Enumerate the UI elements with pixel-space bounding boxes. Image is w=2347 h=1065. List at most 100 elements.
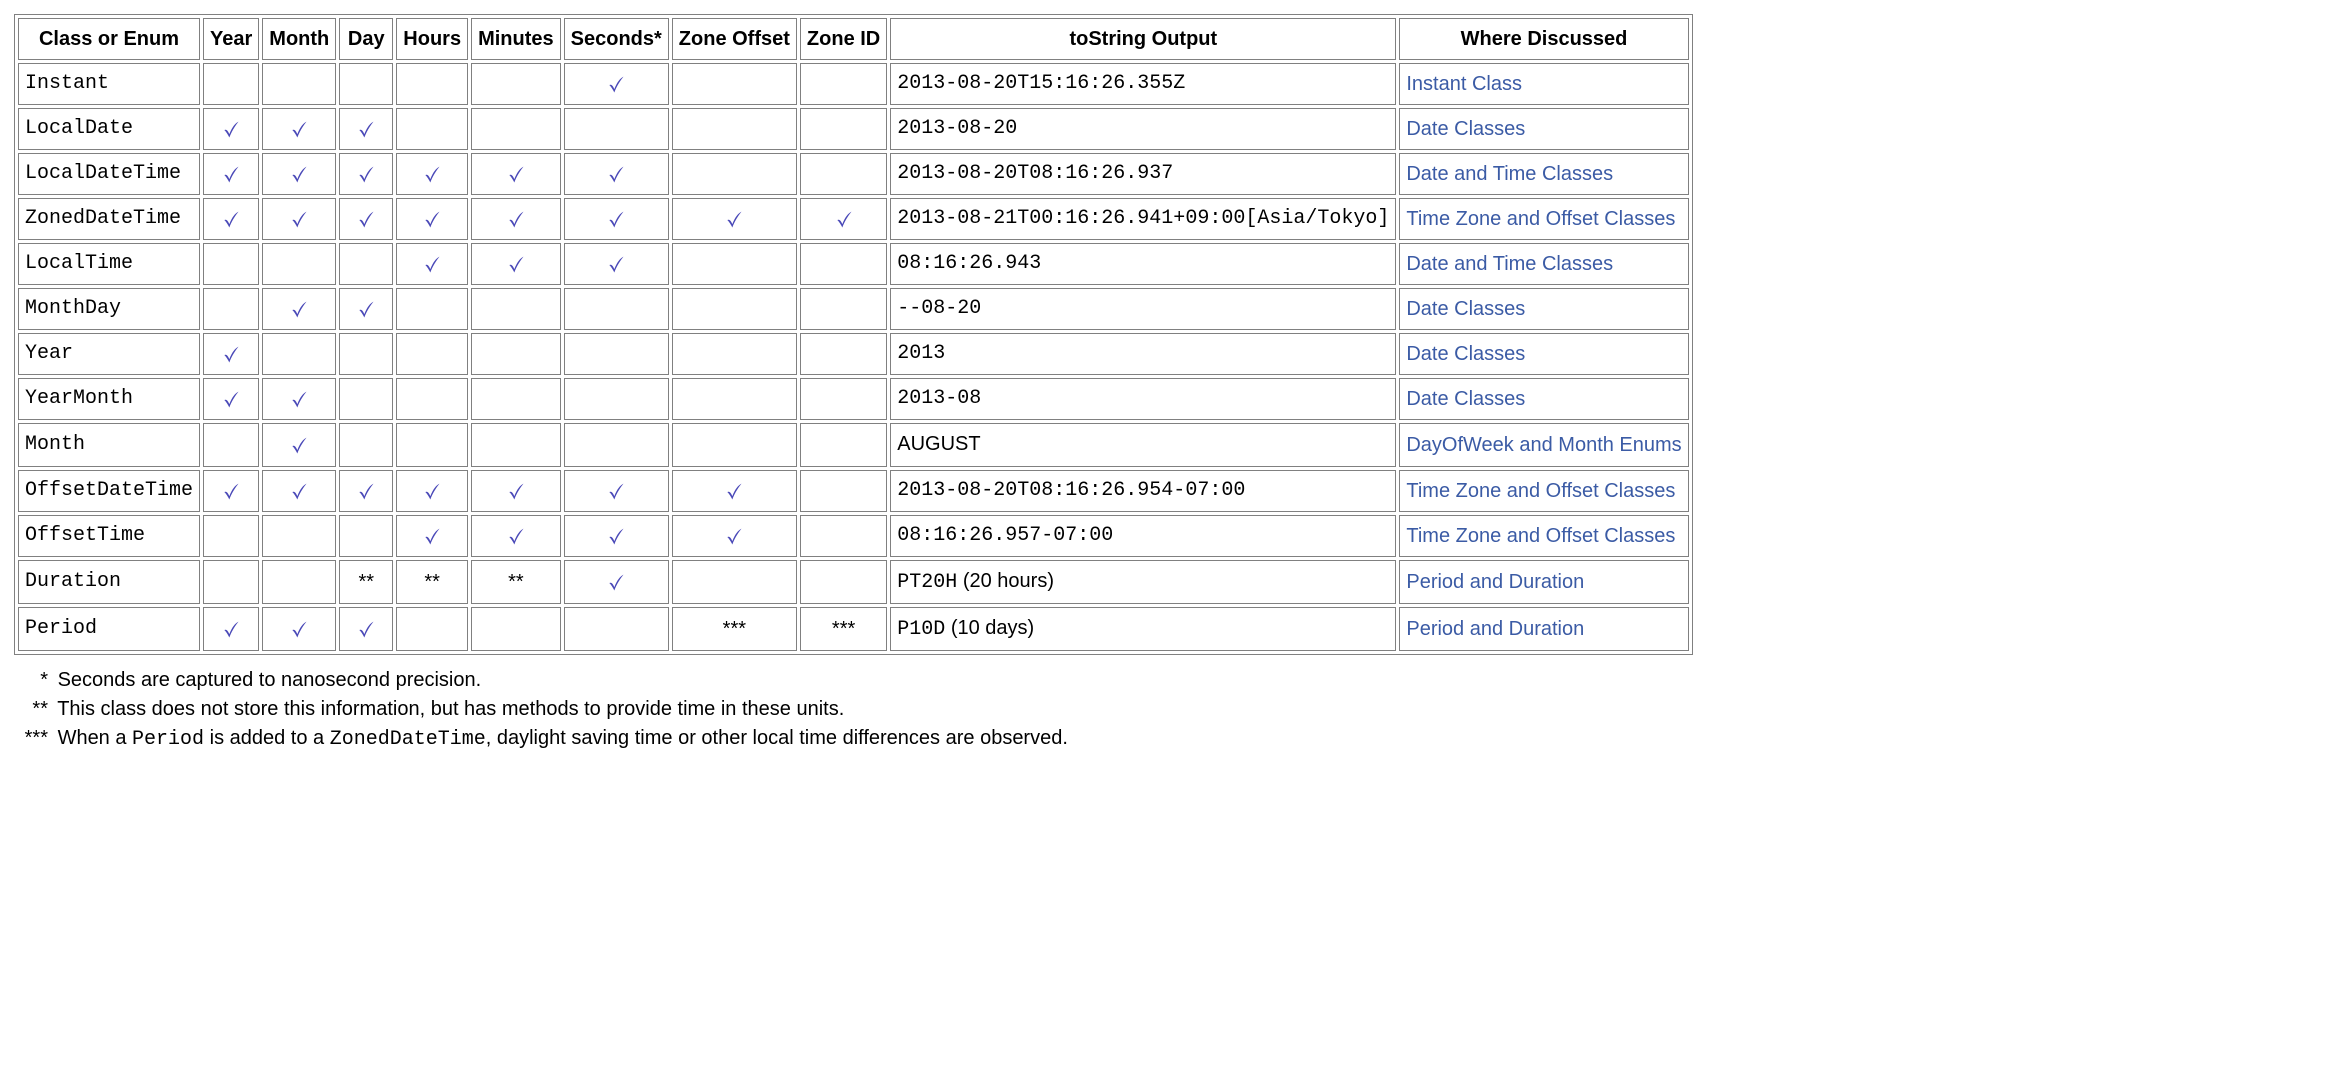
mark-cell (471, 515, 561, 557)
mark-cell (396, 607, 468, 651)
class-name-cell: MonthDay (18, 288, 200, 330)
discussed-link-cell: Period and Duration (1399, 560, 1688, 604)
table-row: LocalDateTime2013-08-20T08:16:26.937Date… (18, 153, 1689, 195)
mark-cell (800, 378, 887, 420)
mark-cell (800, 198, 887, 240)
discussed-link[interactable]: Date Classes (1406, 388, 1525, 410)
column-header: Zone Offset (672, 18, 797, 60)
table-row: LocalDate2013-08-20Date Classes (18, 108, 1689, 150)
mark-cell (672, 288, 797, 330)
mark-cell (396, 515, 468, 557)
mark-cell (262, 288, 336, 330)
mark-cell (800, 243, 887, 285)
mark-cell (396, 198, 468, 240)
mark-cell (800, 470, 887, 512)
mark-cell (471, 198, 561, 240)
discussed-link[interactable]: Time Zone and Offset Classes (1406, 208, 1675, 230)
check-icon (422, 248, 442, 280)
check-icon (422, 158, 442, 190)
discussed-link-cell: Date and Time Classes (1399, 153, 1688, 195)
mark-cell (396, 470, 468, 512)
mark-cell (800, 63, 887, 105)
mark-cell (471, 288, 561, 330)
discussed-link[interactable]: Period and Duration (1406, 618, 1584, 640)
check-icon (422, 203, 442, 235)
mark-cell (262, 423, 336, 467)
check-icon (506, 248, 526, 280)
class-name-cell: OffsetDateTime (18, 470, 200, 512)
discussed-link[interactable]: DayOfWeek and Month Enums (1406, 434, 1681, 456)
tostring-output-cell: AUGUST (890, 423, 1396, 467)
column-header: toString Output (890, 18, 1396, 60)
mark-cell (203, 607, 259, 651)
mark-cell (396, 63, 468, 105)
discussed-link[interactable]: Date and Time Classes (1406, 163, 1613, 185)
check-icon (606, 475, 626, 507)
column-header: Where Discussed (1399, 18, 1688, 60)
check-icon (289, 158, 309, 190)
discussed-link[interactable]: Date Classes (1406, 118, 1525, 140)
mark-cell (396, 243, 468, 285)
mark-cell (471, 333, 561, 375)
mark-cell (339, 108, 393, 150)
mark-text: *** (723, 618, 746, 640)
column-header: Zone ID (800, 18, 887, 60)
discussed-link-cell: DayOfWeek and Month Enums (1399, 423, 1688, 467)
check-icon (289, 203, 309, 235)
tostring-output-cell: 2013-08-20T08:16:26.954-07:00 (890, 470, 1396, 512)
check-icon (356, 475, 376, 507)
mark-cell (564, 607, 669, 651)
tostring-output-cell: 08:16:26.957-07:00 (890, 515, 1396, 557)
mark-cell (203, 153, 259, 195)
mark-cell: *** (800, 607, 887, 651)
mark-cell (339, 243, 393, 285)
tostring-output-cell: 2013-08-20T15:16:26.355Z (890, 63, 1396, 105)
mark-cell (262, 243, 336, 285)
mark-cell (800, 153, 887, 195)
mark-cell (339, 153, 393, 195)
mark-cell (800, 108, 887, 150)
discussed-link[interactable]: Instant Class (1406, 73, 1522, 95)
mark-cell (800, 333, 887, 375)
column-header: Year (203, 18, 259, 60)
mark-cell (262, 470, 336, 512)
discussed-link[interactable]: Date and Time Classes (1406, 253, 1613, 275)
check-icon (506, 203, 526, 235)
mark-cell (262, 153, 336, 195)
check-icon (356, 293, 376, 325)
footnote-1: * Seconds are captured to nanosecond pre… (14, 669, 2333, 692)
tostring-output-cell: 2013-08-20 (890, 108, 1396, 150)
mark-cell (471, 607, 561, 651)
class-name-cell: Period (18, 607, 200, 651)
discussed-link[interactable]: Date Classes (1406, 298, 1525, 320)
tostring-output-cell: 2013 (890, 333, 1396, 375)
check-icon (221, 475, 241, 507)
mark-cell (339, 63, 393, 105)
mark-cell (262, 63, 336, 105)
mark-cell (203, 243, 259, 285)
check-icon (606, 68, 626, 100)
table-row: MonthDay--08-20Date Classes (18, 288, 1689, 330)
mark-cell (339, 378, 393, 420)
check-icon (356, 113, 376, 145)
footnote-2: ** This class does not store this inform… (14, 698, 2333, 721)
mark-cell (471, 378, 561, 420)
table-row: MonthAUGUSTDayOfWeek and Month Enums (18, 423, 1689, 467)
mark-cell (471, 63, 561, 105)
check-icon (422, 475, 442, 507)
check-icon (506, 158, 526, 190)
discussed-link[interactable]: Period and Duration (1406, 571, 1584, 593)
discussed-link-cell: Period and Duration (1399, 607, 1688, 651)
mark-cell (262, 560, 336, 604)
table-header-row: Class or EnumYearMonthDayHoursMinutesSec… (18, 18, 1689, 60)
check-icon (221, 158, 241, 190)
check-icon (606, 203, 626, 235)
mark-cell (672, 560, 797, 604)
discussed-link[interactable]: Time Zone and Offset Classes (1406, 525, 1675, 547)
table-row: OffsetTime 08:16:26.957-07:00 Time Zone an… (18, 515, 1689, 557)
check-icon (606, 158, 626, 190)
discussed-link[interactable]: Date Classes (1406, 343, 1525, 365)
class-name-cell: OffsetTime (18, 515, 200, 557)
mark-cell: ** (396, 560, 468, 604)
discussed-link[interactable]: Time Zone and Offset Classes (1406, 480, 1675, 502)
